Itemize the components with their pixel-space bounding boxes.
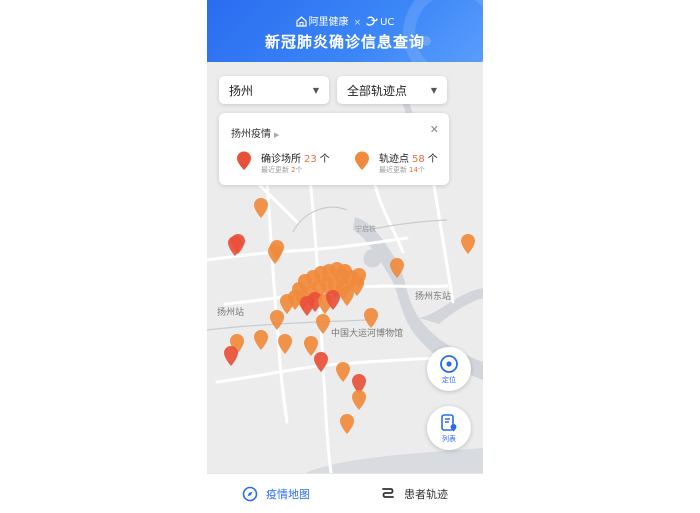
confirmed-pin-icon (235, 151, 253, 175)
tab-outbreak-map-label: 疫情地图 (266, 488, 310, 501)
app-header: 阿里健康 × UC 新冠肺炎确诊信息查询 (207, 0, 483, 62)
tracks-label: 轨迹点 (379, 154, 409, 165)
route-icon (382, 488, 394, 498)
tracks-recent-unit: 个 (417, 166, 425, 174)
list-button[interactable]: 列表 (427, 406, 471, 450)
locate-label: 定位 (442, 376, 456, 384)
city-select-value: 扬州 (229, 83, 254, 98)
track-filter-select[interactable]: 全部轨迹点 ▼ (337, 76, 447, 104)
track-pin-icon (353, 151, 371, 175)
brand-row: 阿里健康 × UC (207, 13, 483, 30)
tab-patient-tracks-label: 患者轨迹 (404, 488, 448, 501)
list-label: 列表 (442, 435, 456, 443)
brand-separator: × (353, 18, 362, 28)
tracks-recent-prefix: 最近更新 (379, 166, 407, 174)
confirmed-recent-unit: 个 (295, 166, 303, 174)
confirmed-label: 确诊场所 (261, 154, 301, 165)
brand-alihealth: 阿里健康 (308, 17, 349, 28)
compass-icon (242, 486, 258, 502)
tracks-unit: 个 (427, 154, 438, 165)
map-label-museum: 中国大运河博物馆 (331, 327, 403, 339)
tracks-main-line: 轨迹点 58 个 (379, 150, 438, 165)
brand-uc: UC (380, 17, 395, 28)
confirmed-unit: 个 (319, 154, 330, 165)
track-filter-value: 全部轨迹点 (347, 83, 408, 98)
city-select[interactable]: 扬州 ▼ (219, 76, 329, 104)
close-icon[interactable]: ✕ (430, 123, 439, 136)
confirmed-main-line: 确诊场所 23 个 (261, 150, 330, 165)
tracks-recent-count: 14 (409, 166, 418, 174)
map-label-east-station: 扬州东站 (415, 290, 451, 302)
bottom-nav: 疫情地图 患者轨迹 (207, 473, 483, 513)
tracks-count: 58 (412, 154, 425, 165)
confirmed-count: 23 (304, 154, 317, 165)
uc-logo-icon (366, 16, 378, 30)
page-title: 新冠肺炎确诊信息查询 (264, 33, 425, 51)
confirmed-recent-line: 最近更新 2个 (261, 165, 302, 175)
map-label-road: 宁启铁 (355, 224, 376, 233)
chevron-down-icon: ▼ (430, 85, 437, 95)
tab-patient-tracks[interactable]: 患者轨迹 (345, 474, 483, 513)
info-card-title-text: 扬州疫情 (231, 129, 271, 140)
map-label-station: 扬州站 (217, 306, 244, 318)
chevron-right-icon: ▶ (274, 131, 280, 139)
info-card-title[interactable]: 扬州疫情 ▶ (231, 125, 279, 140)
alihealth-logo-icon (295, 16, 307, 30)
tracks-recent-line: 最近更新 14个 (379, 165, 425, 175)
list-icon (441, 414, 457, 432)
phone-screen: 阿里健康 × UC 新冠肺炎确诊信息查询 扬州站 扬州东站 中国大运河博物馆 宁… (207, 0, 483, 513)
outbreak-info-card[interactable]: 扬州疫情 ▶ ✕ 确诊场所 23 个 最近更新 2个 轨迹点 58 个 最近更新 14个 (219, 113, 449, 185)
locate-button[interactable]: 定位 (427, 347, 471, 391)
confirmed-recent-prefix: 最近更新 (261, 166, 289, 174)
chevron-down-icon: ▼ (312, 85, 319, 95)
locate-icon (440, 355, 458, 373)
tab-outbreak-map[interactable]: 疫情地图 (207, 474, 345, 513)
